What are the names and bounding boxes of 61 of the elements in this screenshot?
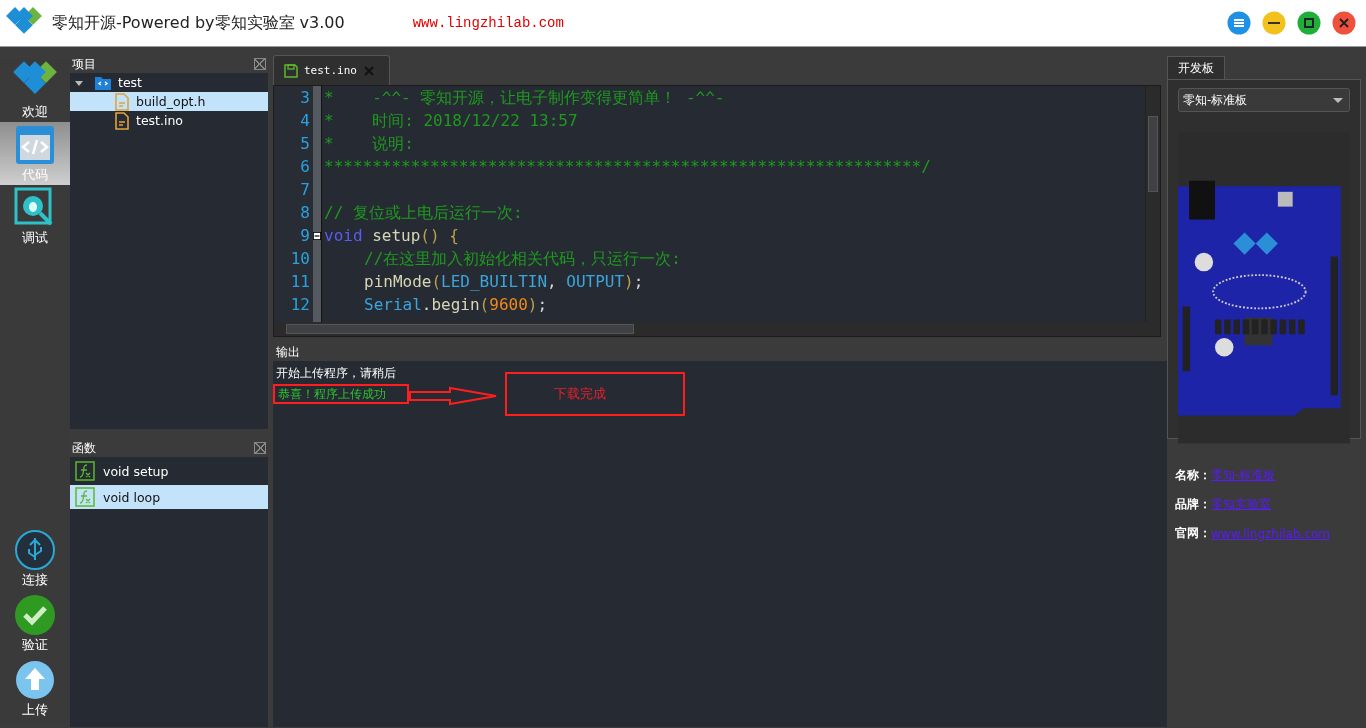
close-icon[interactable] — [1332, 11, 1356, 35]
upload-icon — [13, 658, 57, 702]
panel-tab[interactable]: 开发板 — [1167, 56, 1225, 79]
line-number: 11 — [289, 271, 310, 293]
minimize-icon[interactable] — [1262, 11, 1286, 35]
line-number: 3 — [299, 87, 310, 109]
usb-icon — [13, 528, 57, 572]
nav-item[interactable]: 连接 — [0, 527, 70, 592]
function-icon — [75, 461, 95, 481]
code-line: void setup() { — [324, 226, 459, 245]
caret-icon — [1333, 97, 1343, 103]
info-label: 官网： — [1175, 525, 1211, 542]
code-icon — [13, 123, 57, 167]
save-icon — [284, 63, 298, 78]
check-icon — [13, 593, 57, 637]
code-line: //在这里加入初始化相关代码，只运行一次: — [364, 249, 681, 268]
function-icon — [75, 487, 95, 507]
line-number: 5 — [299, 133, 310, 155]
function-item[interactable]: void loop — [70, 485, 268, 509]
nav-item[interactable]: 上传 — [0, 657, 70, 722]
vertical-scrollbar[interactable] — [1145, 86, 1160, 322]
logo-icon — [6, 6, 42, 36]
maximize-icon[interactable] — [1297, 11, 1321, 35]
file-icon — [114, 111, 130, 130]
nav-item[interactable]: 验证 — [0, 592, 70, 657]
line-number: 7 — [299, 179, 310, 201]
line-number: 8 — [299, 202, 310, 224]
code-line: * 说明: — [324, 134, 414, 153]
collapse-icon[interactable] — [313, 230, 321, 241]
line-number: 10 — [289, 248, 310, 270]
tree-item[interactable]: build_opt.h — [70, 92, 268, 111]
website-url: www.lingzhilab.com — [412, 15, 564, 31]
panel-title: 项目 — [72, 55, 96, 73]
file-tab[interactable]: test.ino — [273, 55, 390, 85]
code-line: Serial.begin(9600); — [364, 295, 548, 314]
menu-icon[interactable] — [1227, 11, 1251, 35]
tree-item[interactable]: test — [70, 73, 268, 92]
line-number: 4 — [299, 110, 310, 132]
code-line: **************************************************************/ — [324, 157, 931, 176]
panel-title: 函数 — [72, 439, 96, 457]
code-line: // 复位或上电后运行一次: — [324, 203, 523, 222]
info-label: 品牌： — [1175, 496, 1211, 513]
code-line: pinMode(LED_BUILTIN, OUTPUT); — [364, 272, 644, 291]
nav-item[interactable]: 调试 — [0, 185, 70, 248]
annotation-text: 下载完成 — [554, 385, 606, 403]
line-number: 12 — [289, 294, 310, 316]
folder-icon — [94, 74, 112, 91]
line-number: 9 — [299, 225, 310, 247]
window-title: 零知开源-Powered by零知实验室 v3.00 — [52, 12, 345, 34]
horizontal-scrollbar[interactable] — [274, 322, 1160, 336]
code-line: * -^^- 零知开源，让电子制作变得更简单！ -^^- — [324, 88, 725, 107]
function-item[interactable]: void setup — [70, 459, 268, 483]
nav-item[interactable]: 欢迎 — [0, 59, 70, 122]
code-line: * 时间: 2018/12/22 13:57 — [324, 111, 578, 130]
info-label: 名称： — [1175, 467, 1211, 484]
tree-item[interactable]: test.ino — [70, 111, 268, 130]
output-line: 开始上传程序，请稍后 — [276, 364, 396, 382]
board-dropdown[interactable]: 零知-标准板 — [1178, 88, 1350, 112]
file-icon — [114, 92, 130, 111]
output-line: 恭喜！程序上传成功 — [278, 385, 386, 403]
line-number: 6 — [299, 156, 310, 178]
